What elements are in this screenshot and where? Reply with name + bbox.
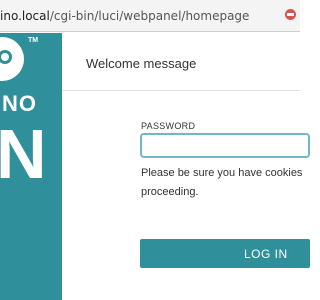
login-button-label: LOG IN	[244, 247, 288, 261]
url-text[interactable]: ino.local/cgi-bin/luci/webpanel/homepage	[0, 9, 249, 23]
logo-wordmark-top: NO	[2, 91, 37, 116]
cookie-notice-line2: proceeding.	[141, 186, 199, 198]
password-field[interactable]	[140, 133, 310, 158]
logo-icon	[0, 37, 24, 81]
stop-icon[interactable]	[285, 9, 296, 20]
brand-sidebar: TM NO N	[0, 33, 62, 300]
password-label: PASSWORD	[141, 121, 196, 131]
header-divider	[62, 90, 300, 91]
cookie-notice: Please be sure you have cookies proceedi…	[141, 164, 311, 202]
address-bar[interactable]: ino.local/cgi-bin/luci/webpanel/homepage	[0, 0, 300, 32]
url-host: ino.local	[0, 9, 50, 23]
trademark-mark: TM	[28, 37, 39, 44]
login-button[interactable]: LOG IN	[140, 239, 310, 268]
url-path: /cgi-bin/luci/webpanel/homepage	[49, 9, 250, 23]
page-title: Welcome message	[86, 56, 197, 71]
cookie-notice-line1: Please be sure you have cookies	[141, 167, 303, 179]
logo-wordmark-bottom: N	[0, 115, 47, 193]
